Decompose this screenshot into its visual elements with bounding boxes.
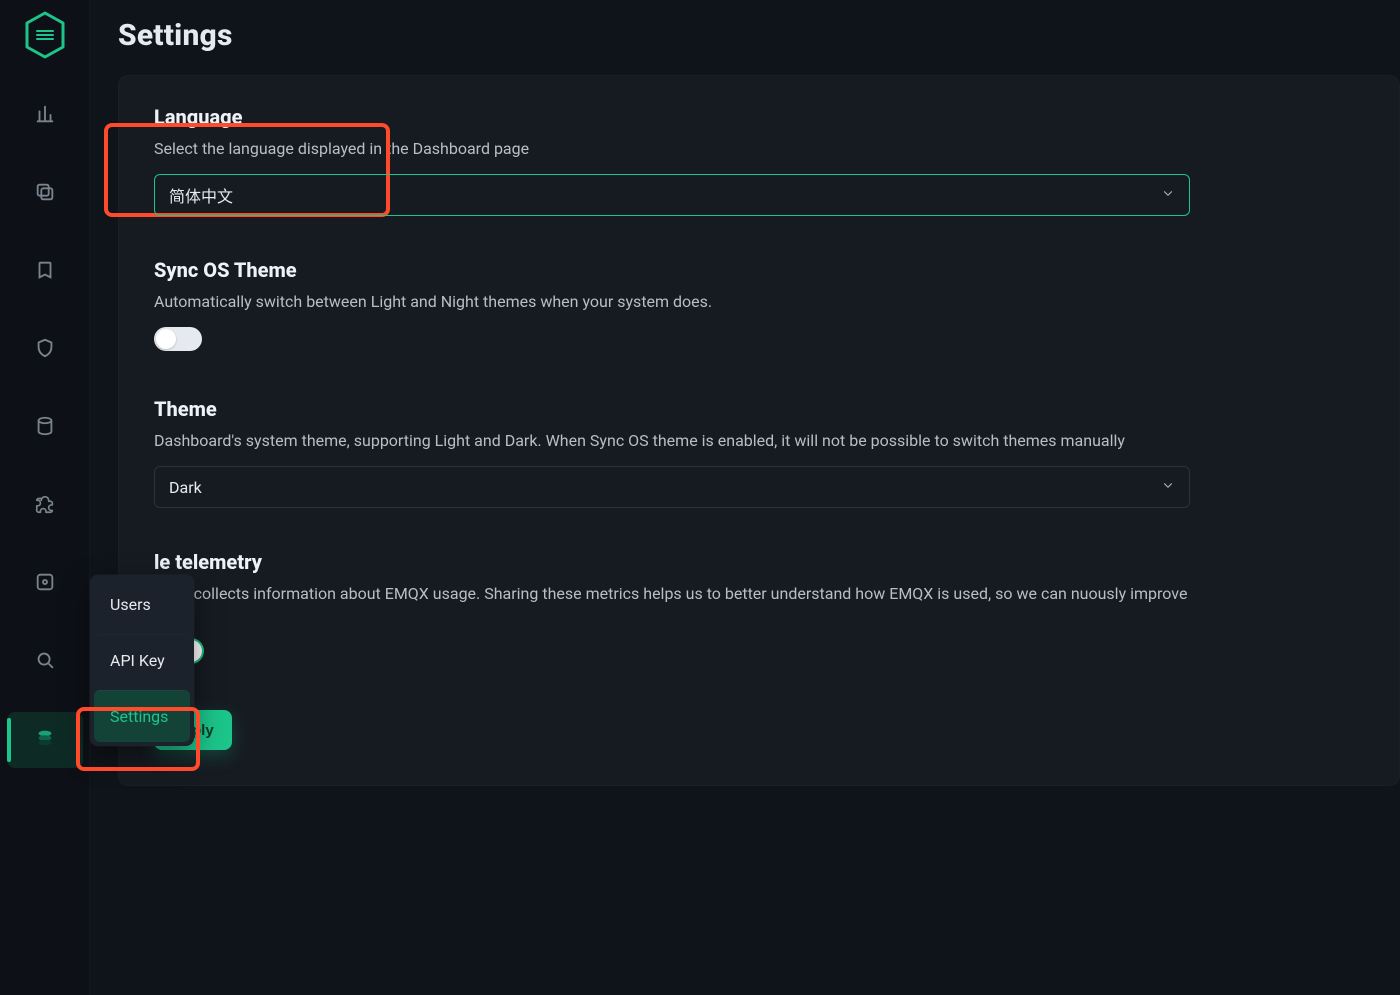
sidebar-item-system[interactable] [7,712,83,768]
submenu-item-api-key[interactable]: API Key [94,634,190,686]
stack-icon [34,727,56,753]
section-desc-telemetry: netry collects information about EMQX us… [154,584,1204,622]
chart-icon [34,103,56,129]
settings-card: Language Select the language displayed i… [118,75,1400,786]
shield-icon [34,337,56,363]
sidebar-item-overview[interactable] [7,88,83,144]
theme-select-value: Dark [169,478,202,497]
section-language: Language Select the language displayed i… [154,105,1364,216]
language-select[interactable]: 简体中文 [154,174,1190,216]
bookmark-icon [34,259,56,285]
page-title: Settings [118,18,1372,53]
sidebar-item-security[interactable] [7,322,83,378]
puzzle-icon [34,571,56,597]
search-icon [34,649,56,675]
section-desc-language: Select the language displayed in the Das… [154,139,1204,158]
language-select-value: 简体中文 [169,183,233,207]
toggle-knob [156,329,176,349]
section-desc-sync-theme: Automatically switch between Light and N… [154,292,1204,311]
sidebar-item-diagnostics[interactable] [7,634,83,690]
page-header: Settings [90,0,1400,65]
database-icon [34,415,56,441]
sync-theme-toggle[interactable] [154,327,202,351]
sidebar-item-data[interactable] [7,400,83,456]
section-title-sync-theme: Sync OS Theme [154,258,1364,282]
sidebar-nav [0,88,89,768]
sidebar-item-plugins[interactable] [7,478,83,534]
theme-select[interactable]: Dark [154,466,1190,508]
section-sync-theme: Sync OS Theme Automatically switch betwe… [154,258,1364,355]
section-desc-theme: Dashboard's system theme, supporting Lig… [154,431,1204,450]
sidebar-item-layers[interactable] [7,166,83,222]
section-title-telemetry: le telemetry [154,550,1364,574]
system-submenu: Users API Key Settings [90,575,194,746]
main: Settings Language Select the language di… [90,0,1400,995]
sidebar-item-bookmark[interactable] [7,244,83,300]
submenu-item-users[interactable]: Users [94,579,190,630]
section-title-theme: Theme [154,397,1364,421]
submenu-item-settings[interactable]: Settings [94,690,190,742]
chevron-down-icon [1161,186,1175,205]
chevron-down-icon [1161,478,1175,497]
sidebar [0,0,90,995]
sidebar-item-extensions[interactable] [7,556,83,612]
app-root: Settings Language Select the language di… [0,0,1400,995]
app-logo [20,10,70,60]
section-telemetry: le telemetry netry collects information … [154,550,1364,668]
plugin-icon [34,493,56,519]
section-title-language: Language [154,105,1364,129]
section-theme: Theme Dashboard's system theme, supporti… [154,397,1364,508]
content: Language Select the language displayed i… [90,65,1400,816]
layers-icon [34,181,56,207]
actions: Apply [154,710,1364,750]
